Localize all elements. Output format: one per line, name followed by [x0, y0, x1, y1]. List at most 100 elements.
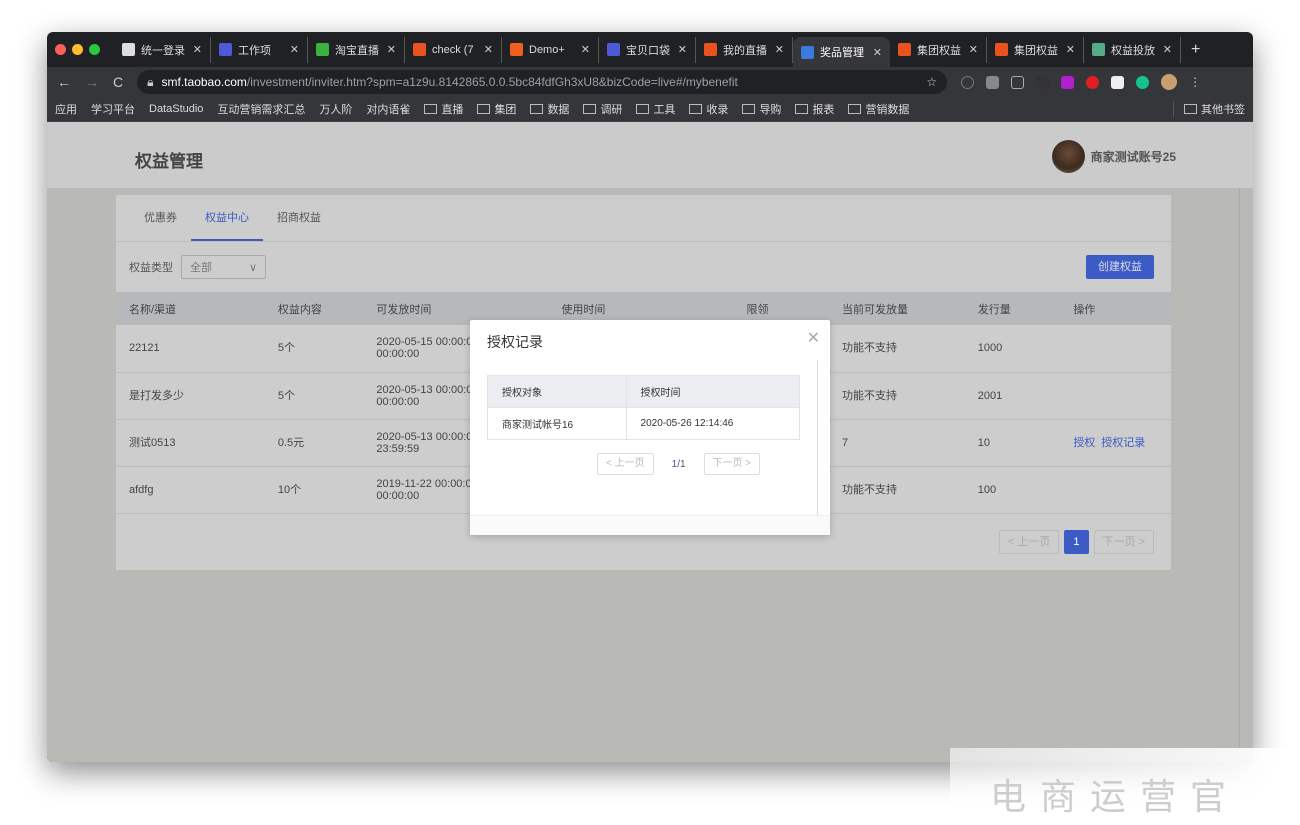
new-tab-button[interactable]: +	[1191, 41, 1200, 59]
chart-extension-icon[interactable]	[1111, 75, 1125, 89]
browser-tab[interactable]: check (7 ✕	[405, 36, 502, 63]
bookmark-item[interactable]: 营销数据	[848, 101, 909, 117]
bookmark-item[interactable]: 数据	[530, 101, 569, 117]
browser-tab[interactable]: 统一登录 ✕	[114, 36, 211, 63]
filter-label: 权益类型	[129, 262, 173, 274]
page-indicator: 1/1	[672, 459, 686, 470]
back-icon[interactable]: ←	[57, 74, 71, 90]
url-bar[interactable]: 🔒︎ smf.taobao.com/investment/inviter.htm…	[137, 70, 948, 94]
close-tab-icon[interactable]: ✕	[484, 43, 493, 56]
browser-tab[interactable]: 宝贝口袋 ✕	[599, 36, 696, 63]
modal-prev-button[interactable]: < 上一页	[597, 453, 654, 475]
subtab[interactable]: 招商权益	[263, 195, 335, 241]
subtab[interactable]: 权益中心	[191, 195, 263, 241]
modal-scrollbar	[817, 360, 818, 515]
avatar	[1051, 140, 1085, 173]
close-tab-icon[interactable]: ✕	[873, 46, 882, 59]
browser-tab[interactable]: 集团权益 ✕	[987, 36, 1084, 63]
bookmark-item[interactable]: 工具	[636, 101, 675, 117]
close-tab-icon[interactable]: ✕	[678, 43, 687, 56]
forward-icon[interactable]: →	[85, 74, 99, 90]
bookmark-star-icon[interactable]: ☆	[926, 75, 937, 89]
close-window-button[interactable]	[55, 44, 66, 55]
bookmark-item[interactable]: 收录	[689, 101, 728, 117]
browser-tab[interactable]: 淘宝直播 ✕	[308, 36, 405, 63]
tab-title: 权益投放	[1111, 44, 1155, 57]
bookmark-item[interactable]: DataStudio	[149, 103, 203, 115]
rp-extension-icon[interactable]	[1061, 75, 1075, 89]
menu-icon[interactable]: ⋮	[1189, 75, 1201, 89]
browser-tab[interactable]: 奖品管理 ✕	[793, 37, 890, 67]
user-menu[interactable]: 商家测试账号25	[1051, 140, 1176, 173]
bookmark-item[interactable]: 集团	[477, 101, 516, 117]
bookmark-item[interactable]: 应用	[55, 101, 77, 117]
bookmark-item[interactable]: 报表	[795, 101, 834, 117]
page-total: /1	[677, 458, 686, 470]
bookmark-item[interactable]: 直播	[424, 101, 463, 117]
minimize-window-button[interactable]	[72, 44, 83, 55]
column-header: 授权对象	[487, 375, 627, 408]
maximize-window-button[interactable]	[89, 44, 100, 55]
scrollbar[interactable]	[1239, 188, 1240, 762]
issued-amount: 1000	[964, 325, 1061, 373]
link-extension-icon[interactable]	[1036, 75, 1050, 89]
browser-window: 统一登录 ✕ 工作项 ✕ 淘宝直播 ✕ check (7 ✕ Demo+ ✕ 宝贝口袋 ✕ 我的直播 ✕ 奖…	[47, 32, 1253, 762]
close-tab-icon[interactable]: ✕	[387, 43, 396, 56]
create-benefit-button[interactable]: 创建权益	[1086, 255, 1154, 279]
grammarly-extension-icon[interactable]	[1136, 75, 1150, 89]
tab-title: 宝贝口袋	[626, 44, 670, 57]
bookmark-item[interactable]: 互动营销需求汇总	[217, 101, 305, 117]
url-path: /investment/inviter.htm?spm=a1z9u.814286…	[246, 75, 738, 89]
column-header: 发行量	[964, 292, 1061, 325]
globe-icon	[122, 43, 135, 56]
tab-title: check (7	[432, 43, 474, 56]
auth-record-link[interactable]: 授权记录	[1101, 437, 1145, 449]
browser-tab[interactable]: Demo+ ✕	[502, 36, 599, 63]
profile-avatar[interactable]	[1161, 74, 1178, 90]
benefit-name: 是打发多少	[116, 372, 265, 420]
modal-pagination: < 上一页 1/1 下一页 >	[597, 453, 761, 475]
close-tab-icon[interactable]: ✕	[1163, 43, 1172, 56]
tab-title: 淘宝直播	[335, 44, 379, 57]
bookmarks-bar: 应用 学习平台 DataStudio 互动营销需求汇总 万人阶 对内语雀 直播 集团 数据 调研工…	[47, 97, 1253, 122]
close-tab-icon[interactable]: ✕	[969, 43, 978, 56]
issued-amount: 2001	[964, 372, 1061, 420]
authorize-link[interactable]: 授权	[1073, 437, 1095, 449]
bookmark-item[interactable]: 万人阶	[319, 101, 352, 117]
close-icon[interactable]: ✕	[807, 328, 820, 348]
reload-icon[interactable]: C	[113, 74, 123, 90]
benefit-type-select[interactable]: 全部 ∨	[181, 255, 266, 279]
bookmark-item[interactable]: 调研	[583, 101, 622, 117]
subtab[interactable]: 优惠券	[130, 195, 191, 241]
auth-target: 商家测试帐号16	[487, 407, 627, 440]
close-tab-icon[interactable]: ✕	[193, 43, 202, 56]
browser-tab[interactable]: 权益投放 ✕	[1084, 36, 1181, 63]
close-tab-icon[interactable]: ✕	[1066, 43, 1075, 56]
d-icon	[510, 43, 523, 56]
browser-tab[interactable]: 我的直播 ✕	[696, 36, 793, 63]
other-bookmarks[interactable]: 其他书签	[1173, 101, 1245, 117]
tab-title: 奖品管理	[820, 47, 864, 59]
bookmark-item[interactable]: 导购	[742, 101, 781, 117]
watermark-logo: 电商运营官	[950, 748, 1300, 825]
info-extension-icon[interactable]	[961, 75, 975, 89]
close-tab-icon[interactable]: ✕	[581, 43, 590, 56]
pen-extension-icon[interactable]	[986, 75, 1000, 89]
next-page-button[interactable]: 下一页 >	[1093, 530, 1154, 554]
modal-next-button[interactable]: 下一页 >	[703, 453, 761, 475]
close-tab-icon[interactable]: ✕	[290, 43, 299, 56]
page-1-button[interactable]: 1	[1064, 530, 1089, 554]
browser-tab[interactable]: 集团权益 ✕	[890, 36, 987, 63]
user-name: 商家测试账号25	[1090, 150, 1176, 164]
bookmark-item[interactable]: 对内语雀	[366, 101, 410, 117]
tab-title: 工作项	[238, 44, 271, 57]
prev-page-button[interactable]: < 上一页	[998, 530, 1060, 554]
bookmark-item[interactable]: 学习平台	[91, 101, 135, 117]
page-title: 权益管理	[135, 152, 203, 171]
pocket-extension-icon[interactable]	[1011, 75, 1025, 89]
red-extension-icon[interactable]	[1086, 75, 1100, 89]
taobao-icon	[898, 43, 911, 56]
actions	[1060, 325, 1171, 373]
close-tab-icon[interactable]: ✕	[775, 43, 784, 56]
browser-tab[interactable]: 工作项 ✕	[211, 36, 308, 63]
